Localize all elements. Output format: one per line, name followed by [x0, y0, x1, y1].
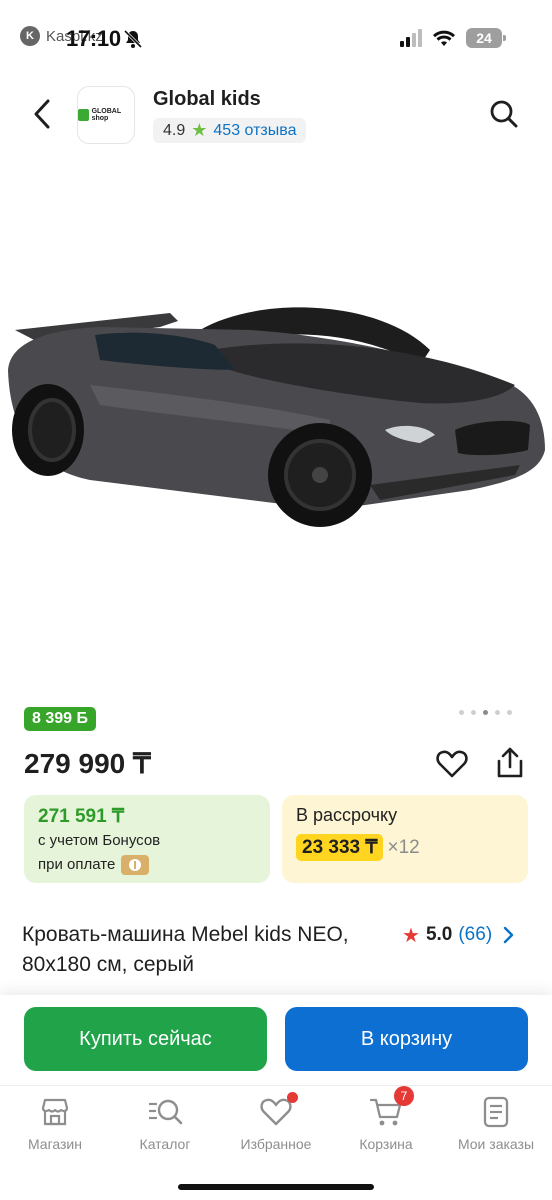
shop-header: GLOBAL shop Global kids 4.9 ★ 453 отзыва [0, 84, 552, 148]
product-reviews-link[interactable]: ★ 5.0 (66) [402, 920, 514, 950]
product-title: Кровать-машина Mebel kids NEO, 80x180 см… [22, 923, 349, 976]
status-time: 17:10 [66, 26, 121, 51]
installment-amount: 23 333 ₸ [296, 834, 384, 861]
orders-icon [478, 1094, 514, 1130]
favorite-button[interactable] [434, 746, 470, 782]
kaspi-logo-icon: K [20, 26, 40, 46]
tab-label: Магазин [27, 1136, 82, 1152]
bonus-price: 271 591 ₸ [38, 806, 125, 827]
tab-store[interactable]: Магазин [0, 1094, 110, 1152]
share-button[interactable] [492, 744, 528, 782]
back-button[interactable] [26, 98, 58, 130]
shop-rating-chip[interactable]: 4.9 ★ 453 отзыва [153, 118, 307, 143]
tab-cart[interactable]: 7 Корзина [331, 1086, 441, 1152]
search-icon [490, 100, 518, 128]
installment-months: ×12 [387, 836, 420, 858]
installment-title: В рассрочку [296, 805, 398, 825]
status-bar: K Kaspi.kz 17:10 24 [0, 0, 552, 80]
price-row: 279 990 ₸ [24, 744, 528, 784]
shop-logo[interactable]: GLOBAL shop [77, 86, 135, 144]
search-button[interactable] [486, 96, 522, 132]
add-to-cart-button[interactable]: В корзину [285, 1007, 528, 1071]
tab-label: Избранное [240, 1136, 312, 1152]
carousel-dot-active [483, 710, 488, 715]
shop-rating-value: 4.9 [163, 121, 186, 139]
tab-catalog[interactable]: Каталог [110, 1094, 220, 1152]
cart-count-badge: 7 [394, 1086, 414, 1106]
battery-icon: 24 [466, 28, 506, 48]
carousel-dot [471, 710, 476, 715]
carousel-dot [507, 710, 512, 715]
logo-cube-icon [78, 109, 89, 121]
product-review-count: (66) [458, 924, 493, 945]
product-score: 5.0 [425, 924, 453, 945]
tab-label: Каталог [139, 1136, 191, 1152]
tab-orders[interactable]: Мои заказы [441, 1094, 551, 1152]
tab-bar: Магазин Каталог Избранное 7 Корзина Мои … [0, 1085, 552, 1200]
share-icon [497, 747, 523, 778]
signal-icon [400, 29, 422, 47]
notification-dot [287, 1092, 298, 1103]
tab-favorites[interactable]: Избранное [221, 1092, 331, 1152]
star-icon: ★ [191, 120, 208, 140]
store-icon [37, 1094, 73, 1130]
installment-card[interactable]: В рассрочку 23 333 ₸ ×12 [282, 795, 528, 883]
cart-icon: 7 [368, 1086, 414, 1130]
chevron-right-icon [503, 926, 514, 944]
heart-icon [436, 750, 468, 778]
carousel-dot [495, 710, 500, 715]
tab-label: Мои заказы [457, 1136, 535, 1152]
kaspi-pay-icon [121, 855, 150, 875]
star-icon: ★ [402, 924, 420, 947]
action-bar: Купить сейчас В корзину [0, 995, 552, 1085]
bell-off-icon [123, 29, 143, 49]
carousel-dot [459, 710, 464, 715]
bonus-note-line1: с учетом Бонусов [38, 832, 161, 849]
bonus-note-line2: при оплате [38, 854, 256, 876]
catalog-search-icon [147, 1094, 183, 1130]
bonus-note-text: при оплате [38, 856, 116, 873]
buy-now-button[interactable]: Купить сейчас [24, 1007, 267, 1071]
shop-reviews-link[interactable]: 453 отзыва [213, 122, 296, 140]
wifi-icon [433, 30, 455, 46]
heart-icon [258, 1092, 298, 1130]
bonus-price-card[interactable]: 271 591 ₸ с учетом Бонусов при оплате [24, 795, 270, 883]
shop-name[interactable]: Global kids [153, 88, 261, 111]
image-carousel-dots[interactable] [459, 710, 512, 715]
logo-text: GLOBAL shop [91, 108, 122, 122]
bonus-badge: 8 399 Б [24, 707, 96, 731]
tab-label: Корзина [359, 1136, 413, 1152]
product-image[interactable] [0, 275, 552, 555]
chevron-left-icon [34, 99, 50, 129]
home-indicator[interactable] [178, 1184, 374, 1190]
